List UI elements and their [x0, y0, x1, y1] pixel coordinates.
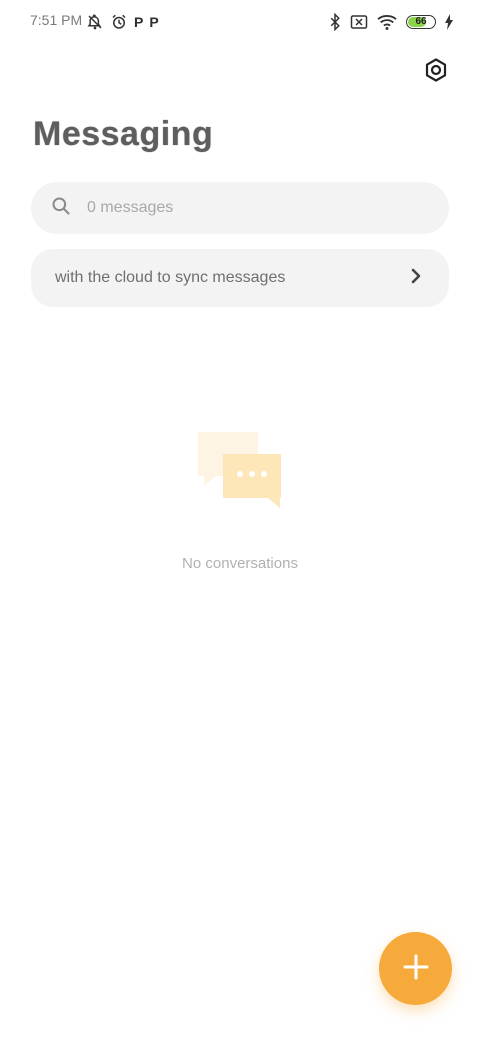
empty-state-text: No conversations — [182, 555, 298, 572]
conversation-icon — [196, 430, 288, 510]
p-icon: P — [149, 14, 159, 30]
search-icon — [51, 196, 71, 220]
battery-icon: 66 — [406, 15, 436, 29]
chevron-right-icon — [409, 267, 423, 289]
messaging-screen: 7:51 PM P P 66 Messaging 0 messages with… — [0, 0, 480, 1040]
search-bar[interactable] — [31, 182, 449, 234]
battery-body: 66 — [406, 15, 436, 29]
status-time: 7:51 PM — [30, 12, 83, 28]
status-right-icons: 66 — [328, 10, 454, 34]
settings-button[interactable] — [422, 58, 450, 86]
page-title: Messaging — [33, 115, 214, 153]
settings-icon — [423, 57, 449, 87]
status-left-icons: P P — [86, 10, 159, 34]
no-sim-icon — [350, 14, 368, 30]
search-input[interactable] — [85, 198, 409, 218]
charging-icon — [444, 14, 454, 30]
bluetooth-icon — [328, 13, 342, 31]
plus-icon — [402, 953, 430, 985]
battery-level: 66 — [415, 16, 427, 27]
alarm-icon — [110, 13, 128, 31]
notifications-off-icon — [86, 13, 104, 31]
cloud-sync-banner[interactable]: with the cloud to sync messages — [31, 249, 449, 307]
cloud-sync-text: with the cloud to sync messages — [55, 269, 286, 286]
wifi-icon — [376, 13, 398, 31]
new-message-button[interactable] — [379, 932, 452, 1005]
status-bar: 7:51 PM P P 66 — [0, 0, 480, 44]
p-icon: P — [134, 14, 144, 30]
